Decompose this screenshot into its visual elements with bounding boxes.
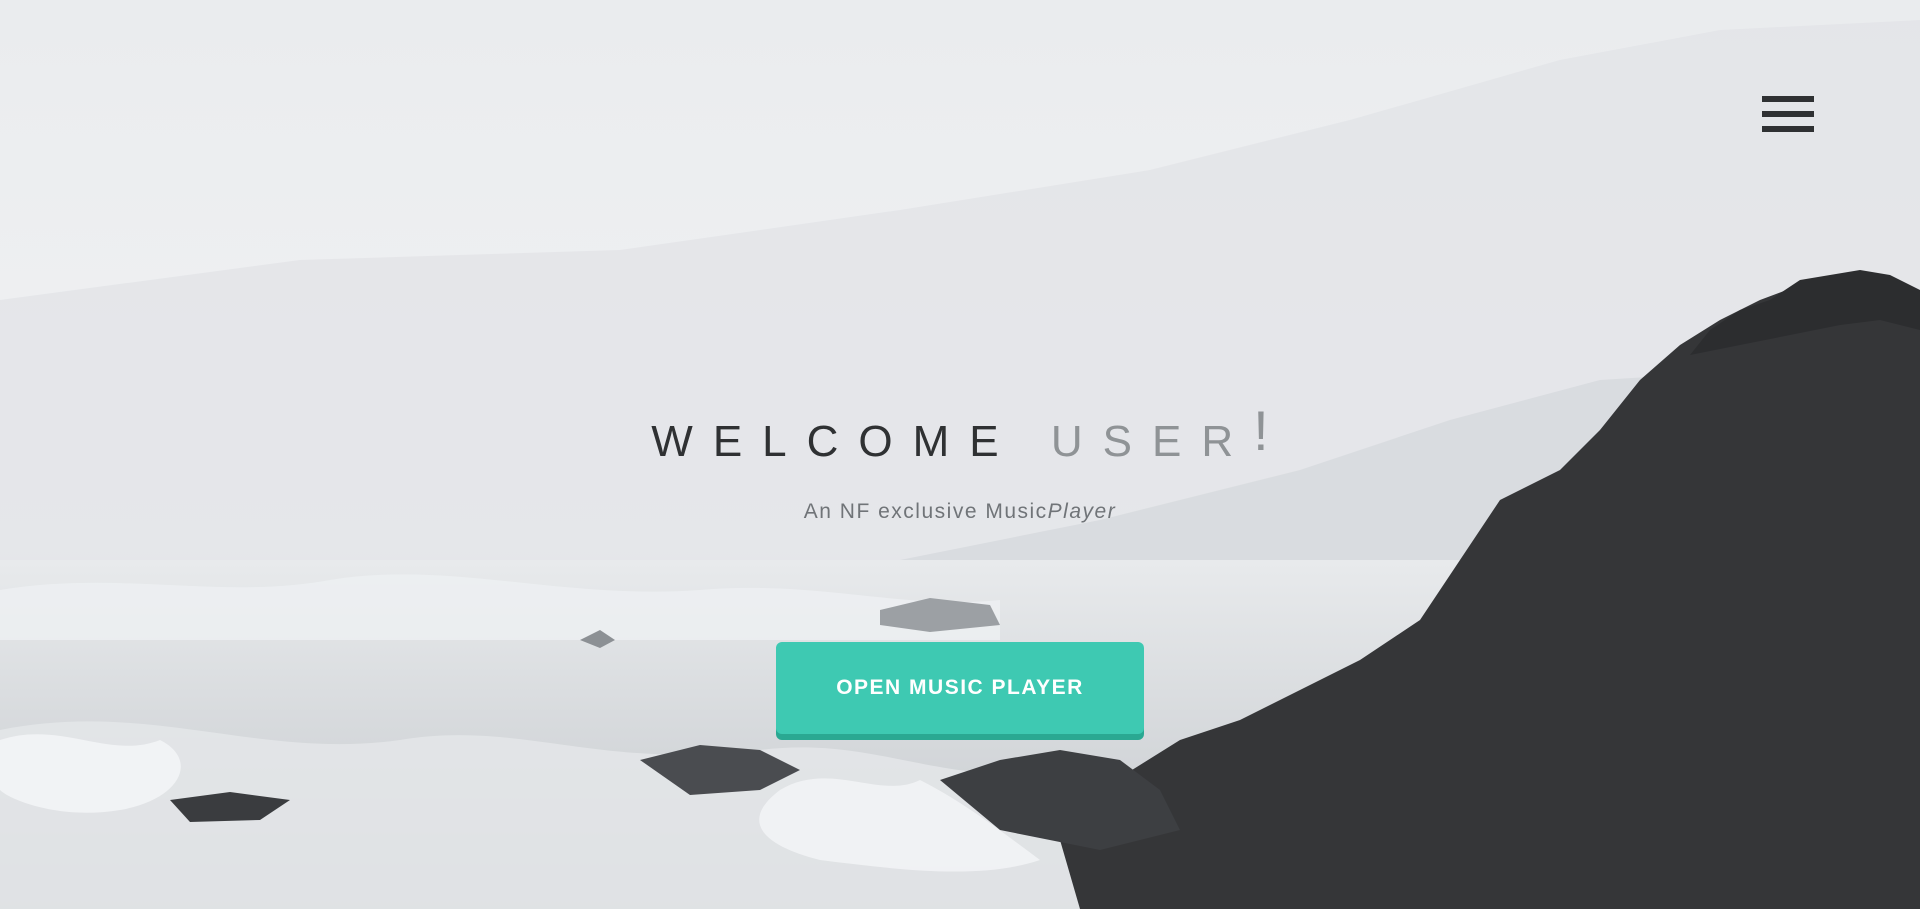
subtitle-italic-text: Player — [1047, 500, 1117, 523]
welcome-heading: WELCOME USER! — [0, 399, 1920, 469]
landing-page: WELCOME USER! An NF exclusive MusicPlaye… — [0, 0, 1920, 909]
exclamation-mark: ! — [1253, 399, 1269, 462]
hamburger-menu-icon[interactable] — [1762, 96, 1814, 136]
menu-bar — [1762, 96, 1814, 102]
subtitle-text: An NF exclusive Music — [803, 500, 1048, 523]
menu-bar — [1762, 111, 1814, 117]
menu-bar — [1762, 126, 1814, 132]
hero-subtitle: An NF exclusive MusicPlayer — [0, 500, 1920, 524]
open-music-player-button[interactable]: OPEN MUSIC PLAYER — [776, 642, 1144, 734]
welcome-word: WELCOME — [651, 417, 1019, 466]
user-word: USER — [1050, 417, 1254, 466]
